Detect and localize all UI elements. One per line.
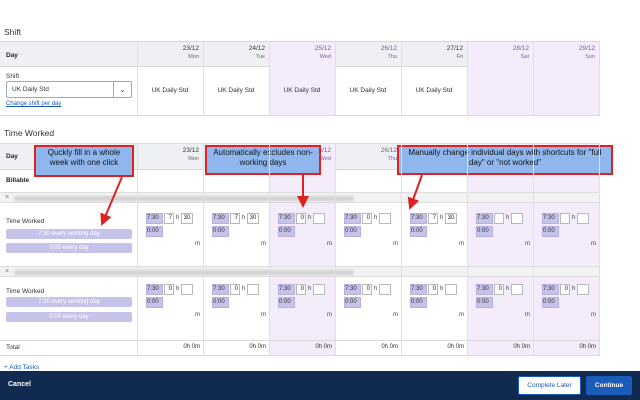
column-divider bbox=[599, 41, 600, 115]
column-divider bbox=[269, 143, 270, 355]
column-divider bbox=[533, 41, 534, 115]
callout-arrows bbox=[100, 174, 423, 226]
column-divider bbox=[599, 143, 600, 355]
column-divider bbox=[203, 41, 204, 115]
column-divider bbox=[467, 143, 468, 355]
column-divider bbox=[401, 143, 402, 355]
column-divider bbox=[203, 143, 204, 355]
column-divider bbox=[137, 143, 138, 355]
column-divider bbox=[401, 41, 402, 115]
arrow bbox=[100, 176, 123, 226]
arrow bbox=[407, 174, 423, 210]
column-divider bbox=[533, 143, 534, 355]
column-divider bbox=[467, 41, 468, 115]
column-divider bbox=[335, 143, 336, 355]
column-divider bbox=[269, 41, 270, 115]
column-divider bbox=[335, 41, 336, 115]
column-divider bbox=[137, 41, 138, 115]
